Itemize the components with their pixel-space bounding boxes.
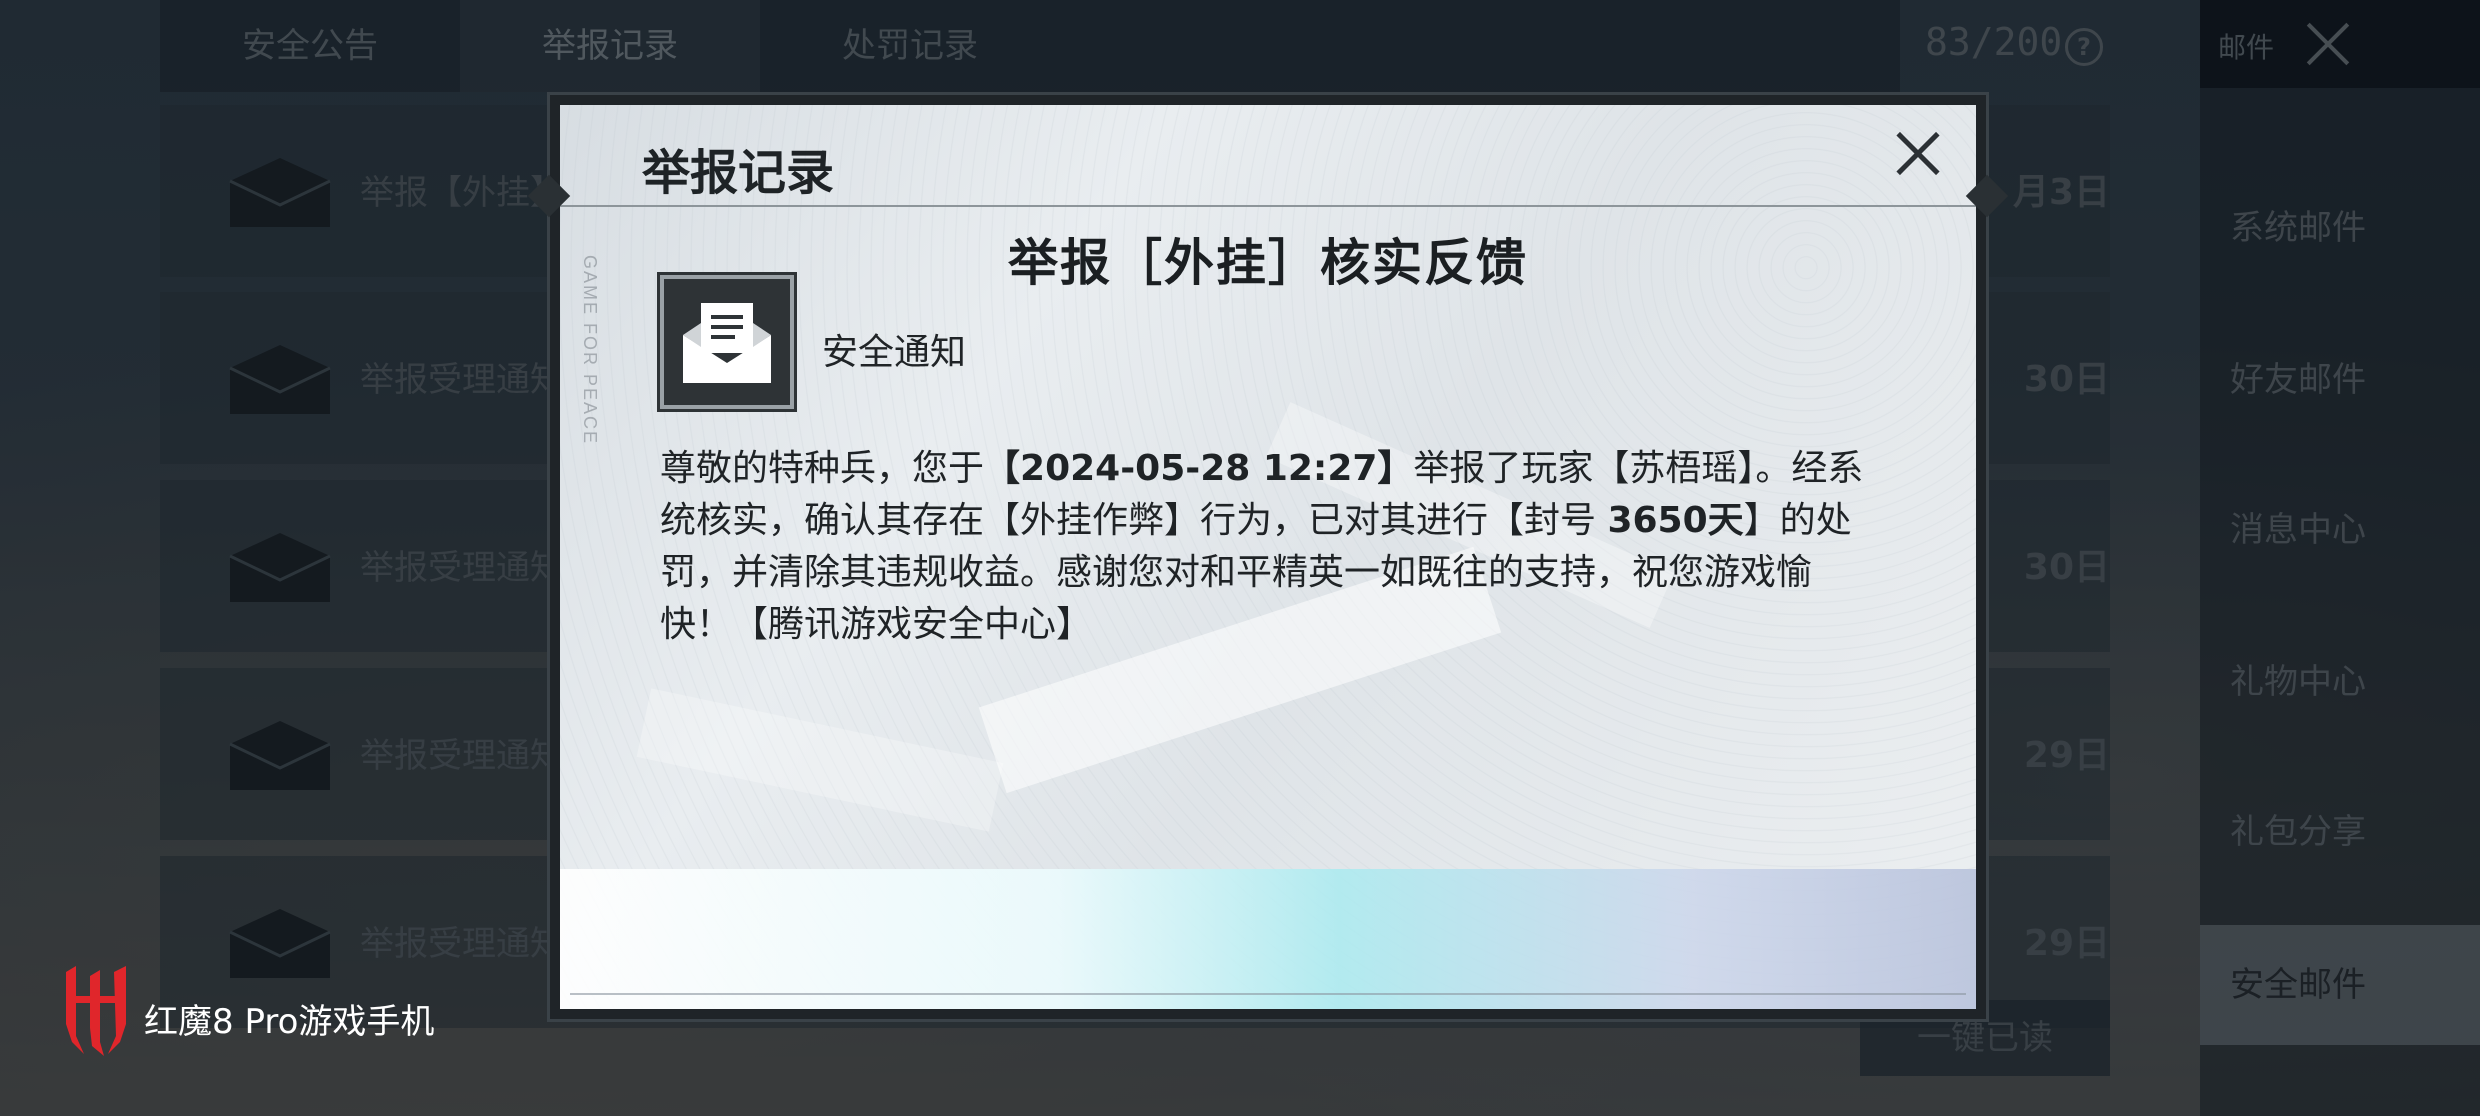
- report-datetime: 【2024-05-28 12:27】: [984, 448, 1414, 489]
- dialog-footer: [560, 869, 1976, 1009]
- notice-body: 尊敬的特种兵，您于【2024-05-28 12:27】举报了玩家【苏梧瑶】。经系…: [660, 443, 1870, 651]
- open-envelope-icon: [683, 303, 771, 383]
- dialog-body: GAME FOR PEACE 举报记录 举报［外挂］核实反馈 安全通知 尊敬的特…: [560, 105, 1976, 1009]
- device-watermark: 红魔8 Pro游戏手机: [60, 962, 480, 1058]
- dialog-title: 举报记录: [642, 145, 835, 201]
- report-detail-dialog: GAME FOR PEACE 举报记录 举报［外挂］核实反馈 安全通知 尊敬的特…: [527, 92, 2009, 1022]
- header-divider: [560, 205, 1976, 207]
- red-magic-logo: [66, 966, 126, 1056]
- decorative-shard: [636, 688, 1004, 832]
- body-text-part: 尊敬的特种兵，您于: [660, 448, 985, 489]
- footer-divider: [570, 993, 1966, 995]
- notice-icon-frame: [660, 275, 794, 409]
- ban-duration: 3650天: [1607, 500, 1744, 541]
- sender-name: 安全通知: [822, 332, 967, 373]
- watermark-text: 红魔8 Pro游戏手机: [144, 1002, 435, 1042]
- close-button[interactable]: [1888, 123, 1948, 183]
